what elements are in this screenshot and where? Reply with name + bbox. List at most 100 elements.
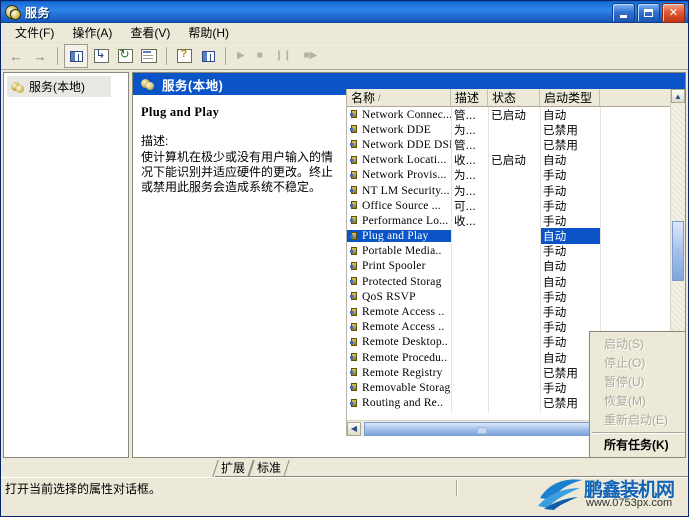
cell-name: Office Source ... [347,200,451,212]
console-tree-pane: 服务(本地) [3,72,129,458]
scroll-left-button[interactable]: ◀ [347,421,361,436]
cell-startup-type: 自动 [540,228,600,245]
table-row[interactable]: Network DDE 为... 已禁用 [347,122,685,137]
stop-service-button[interactable]: ■ [252,51,268,61]
column-header-name[interactable]: 名称 / [347,89,451,106]
cell-name: NT LM Security... [347,185,451,197]
scope-pane-button[interactable] [197,45,219,67]
table-row[interactable]: NT LM Security... 为... 手动 [347,183,685,198]
cell-name: Plug and Play [347,230,451,243]
sidebar-item-services-local[interactable]: 服务(本地) [7,76,111,97]
cell-startup-type: 自动 [543,276,567,289]
help-button[interactable] [173,45,195,67]
result-pane: 服务(本地) Plug and Play 描述: 使计算机在极少或没有用户输入的… [132,72,686,458]
arrow-left-icon: ← [9,48,23,64]
cell-description: 管... [454,139,476,152]
back-button[interactable]: ← [5,45,27,67]
service-name-label: Routing and Re.. [362,397,444,410]
scroll-up-button[interactable]: ▲ [671,89,685,103]
service-icon [350,170,359,181]
maximize-button[interactable] [637,3,660,23]
description-label: 描述: [141,134,169,148]
cell-name: Remote Procedu.. [347,352,451,364]
service-name-label: Network Provis... [362,169,447,182]
table-row[interactable]: Remote Access .. 手动 [347,304,685,319]
cell-description: 为... [454,185,476,198]
horizontal-scroll-thumb[interactable] [364,421,599,436]
service-icon [350,155,359,166]
cell-description: 可... [454,200,476,213]
status-divider [456,480,457,496]
menu-file[interactable]: 文件(F) [7,22,64,43]
column-header-label: 描述 [455,91,480,105]
list-header: 名称 / 描述 状态 启动类型 [347,89,685,107]
table-row[interactable]: Office Source ... 可... 手动 [347,198,685,213]
table-row[interactable]: Network Provis... 为... 手动 [347,168,685,183]
service-icon [350,322,359,333]
table-row[interactable]: QoS RSVP 手动 [347,289,685,304]
cell-name: Network Provis... [347,169,451,181]
refresh-icon [117,47,133,63]
menu-action[interactable]: 操作(A) [64,22,122,43]
minimize-button[interactable] [612,3,635,23]
service-name-label: QoS RSVP [362,290,416,303]
table-row[interactable]: Network DDE DSDM管... 已禁用 [347,137,685,152]
cell-name: Protected Storag [347,276,451,288]
table-row[interactable]: Protected Storag 自动 [347,274,685,289]
cell-name: Remote Access .. [347,306,451,318]
description-text: 使计算机在极少或没有用户输入的情况下能识别并适应硬件的更改。终止或禁用此服务会造… [141,150,334,194]
restart-service-button[interactable]: ■▶ [299,51,323,61]
close-button[interactable]: ✕ [662,3,685,23]
cell-name: Network Connec... [347,109,451,121]
column-header-startup[interactable]: 启动类型 [540,89,600,106]
service-name-label: Network DDE DSDM [362,138,451,151]
properties-button[interactable] [138,45,160,67]
cell-startup-type: 自动 [543,109,567,122]
service-name-label: Print Spooler [362,260,426,273]
services-gear-icon [141,77,156,91]
service-name-label: Remote Registry [362,366,443,379]
service-icon [350,398,359,409]
cell-description: 为... [454,170,476,183]
result-pane-title: 服务(本地) [162,78,224,93]
vertical-scroll-thumb[interactable] [672,221,684,281]
cell-name: QoS RSVP [347,291,451,303]
column-header-desc[interactable]: 描述 [451,89,488,106]
service-name-label: Office Source ... [362,199,441,212]
menu-separator [592,457,686,458]
scope-pane-icon [201,50,215,62]
toolbar-separator-3 [225,47,226,65]
maximize-icon [644,9,653,17]
window-title: 服务 [25,5,51,20]
menu-view[interactable]: 查看(V) [122,22,180,43]
table-row[interactable]: Performance Lo... 收... 手动 [347,213,685,228]
forward-button[interactable]: → [29,45,51,67]
table-row[interactable]: Portable Media.. 手动 [347,244,685,259]
context-menu-item[interactable]: 所有任务(K)▶ [590,435,685,454]
column-header-label: 启动类型 [544,91,593,105]
tab-extended[interactable]: 扩展 [215,459,251,477]
console-tree-icon [69,50,83,62]
show-hide-tree-button[interactable] [64,44,88,68]
service-icon [350,307,359,318]
export-list-button[interactable] [90,45,112,67]
service-icon [350,352,359,363]
table-row[interactable]: Network Connec... 管... 已启动 自动 [347,107,685,122]
service-icon [350,215,359,226]
cell-startup-type: 自动 [543,261,567,274]
table-row[interactable]: Print Spooler 自动 [347,259,685,274]
table-row[interactable]: Network Locati... 收... 已启动 自动 [347,153,685,168]
tab-standard[interactable]: 标准 [251,459,287,477]
column-header-state[interactable]: 状态 [488,89,540,106]
pause-service-button[interactable]: ❙❙ [270,51,297,61]
column-header-label: 名称 [351,91,376,105]
toolbar-separator [57,47,58,65]
refresh-button[interactable] [114,45,136,67]
window-titlebar[interactable]: 服务 ✕ [1,1,688,23]
context-menu-item-label: 启动(S) [604,337,644,351]
start-service-button[interactable]: ▶ [232,51,250,61]
menu-help[interactable]: 帮助(H) [180,22,239,43]
service-name-label: Protected Storag [362,275,442,288]
context-menu-item-label: 恢复(M) [604,394,646,408]
table-row[interactable]: Plug and Play 自动 [347,228,685,245]
